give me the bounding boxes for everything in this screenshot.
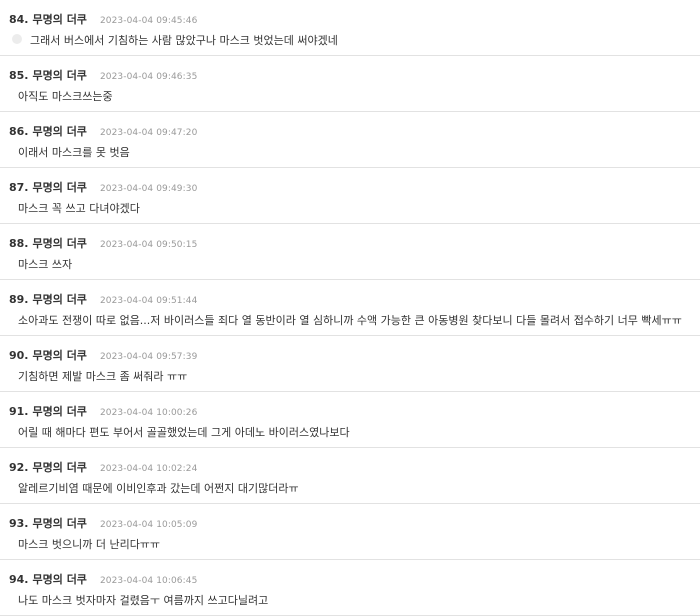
comment-item: 91. 무명의 더쿠 2023-04-04 10:00:26 어릴 때 해마다 …: [0, 392, 700, 448]
comment-date: 2023-04-04 09:46:35: [99, 72, 198, 82]
comment-date: 2023-04-04 09:45:46: [99, 16, 198, 26]
comment-date: 2023-04-04 10:00:26: [99, 408, 198, 418]
comment-number: 89.: [9, 293, 29, 306]
comment-author[interactable]: 무명의 더쿠: [33, 11, 87, 27]
comment-author[interactable]: 무명의 더쿠: [33, 571, 87, 587]
comment-text: 소아과도 전쟁이 따로 없음...저 바이러스들 죄다 열 동반이라 열 심하니…: [18, 314, 682, 327]
emoticon-icon: [12, 34, 22, 44]
comment-item: 86. 무명의 더쿠 2023-04-04 09:47:20 이래서 마스크를 …: [0, 112, 700, 168]
comment-item: 88. 무명의 더쿠 2023-04-04 09:50:15 마스크 쓰자: [0, 224, 700, 280]
comment-author[interactable]: 무명의 더쿠: [33, 291, 87, 307]
comment-meta: 92. 무명의 더쿠 2023-04-04 10:02:24: [9, 459, 197, 475]
comment-meta: 88. 무명의 더쿠 2023-04-04 09:50:15: [9, 235, 197, 251]
comment-text: 이래서 마스크를 못 벗음: [18, 146, 130, 159]
comment-text: 아직도 마스크쓰는중: [18, 90, 113, 103]
comment-text: 마스크 벗으니까 더 난리다ㅠㅠ: [18, 538, 161, 551]
comment-item: 87. 무명의 더쿠 2023-04-04 09:49:30 마스크 꼭 쓰고 …: [0, 168, 700, 224]
comment-date: 2023-04-04 09:49:30: [99, 184, 198, 194]
comment-meta: 89. 무명의 더쿠 2023-04-04 09:51:44: [9, 291, 197, 307]
comment-date: 2023-04-04 09:51:44: [99, 296, 198, 306]
comment-text: 어릴 때 해마다 편도 부어서 골골했었는데 그게 아데노 바이러스였나보다: [18, 426, 350, 439]
comment-text: 그래서 버스에서 기침하는 사람 많았구나 마스크 벗었는데 써야겠네: [30, 34, 338, 47]
comment-text: 마스크 쓰자: [18, 258, 73, 271]
comment-number: 94.: [9, 573, 29, 586]
comment-text: 나도 마스크 벗자마자 걸렸음ㅜ 여름까지 쓰고다닐려고: [18, 594, 269, 607]
comment-number: 86.: [9, 125, 29, 138]
comment-meta: 84. 무명의 더쿠 2023-04-04 09:45:46: [9, 11, 197, 27]
comment-date: 2023-04-04 09:50:15: [99, 240, 198, 250]
comment-date: 2023-04-04 09:47:20: [99, 128, 198, 138]
comment-author[interactable]: 무명의 더쿠: [33, 235, 87, 251]
comment-author[interactable]: 무명의 더쿠: [33, 347, 87, 363]
comment-meta: 94. 무명의 더쿠 2023-04-04 10:06:45: [9, 571, 197, 587]
comment-date: 2023-04-04 10:06:45: [99, 576, 198, 586]
comment-item: 93. 무명의 더쿠 2023-04-04 10:05:09 마스크 벗으니까 …: [0, 504, 700, 560]
comment-author[interactable]: 무명의 더쿠: [33, 123, 87, 139]
comment-author[interactable]: 무명의 더쿠: [33, 67, 87, 83]
comment-number: 85.: [9, 69, 29, 82]
comment-text: 마스크 꼭 쓰고 다녀야겠다: [18, 202, 140, 215]
comment-author[interactable]: 무명의 더쿠: [33, 515, 87, 531]
comment-meta: 91. 무명의 더쿠 2023-04-04 10:00:26: [9, 403, 197, 419]
comment-list: 84. 무명의 더쿠 2023-04-04 09:45:46 그래서 버스에서 …: [0, 0, 700, 616]
comment-item: 85. 무명의 더쿠 2023-04-04 09:46:35 아직도 마스크쓰는…: [0, 56, 700, 112]
comment-meta: 87. 무명의 더쿠 2023-04-04 09:49:30: [9, 179, 197, 195]
comment-number: 92.: [9, 461, 29, 474]
comment-text: 기침하면 제발 마스크 좀 써줘라 ㅠㅠ: [18, 370, 188, 383]
comment-meta: 90. 무명의 더쿠 2023-04-04 09:57:39: [9, 347, 197, 363]
comment-number: 87.: [9, 181, 29, 194]
comment-number: 91.: [9, 405, 29, 418]
comment-author[interactable]: 무명의 더쿠: [33, 179, 87, 195]
comment-number: 93.: [9, 517, 29, 530]
comment-item: 84. 무명의 더쿠 2023-04-04 09:45:46 그래서 버스에서 …: [0, 0, 700, 56]
comment-date: 2023-04-04 10:05:09: [99, 520, 198, 530]
comment-number: 90.: [9, 349, 29, 362]
comment-item: 90. 무명의 더쿠 2023-04-04 09:57:39 기침하면 제발 마…: [0, 336, 700, 392]
comment-number: 84.: [9, 13, 29, 26]
comment-date: 2023-04-04 10:02:24: [99, 464, 198, 474]
comment-meta: 85. 무명의 더쿠 2023-04-04 09:46:35: [9, 67, 197, 83]
comment-item: 94. 무명의 더쿠 2023-04-04 10:06:45 나도 마스크 벗자…: [0, 560, 700, 616]
comment-author[interactable]: 무명의 더쿠: [33, 403, 87, 419]
comment-date: 2023-04-04 09:57:39: [99, 352, 198, 362]
comment-meta: 93. 무명의 더쿠 2023-04-04 10:05:09: [9, 515, 197, 531]
comment-meta: 86. 무명의 더쿠 2023-04-04 09:47:20: [9, 123, 197, 139]
comment-item: 92. 무명의 더쿠 2023-04-04 10:02:24 알레르기비염 때문…: [0, 448, 700, 504]
comment-author[interactable]: 무명의 더쿠: [33, 459, 87, 475]
comment-number: 88.: [9, 237, 29, 250]
comment-item: 89. 무명의 더쿠 2023-04-04 09:51:44 소아과도 전쟁이 …: [0, 280, 700, 336]
comment-text: 알레르기비염 때문에 이비인후과 갔는데 어쩐지 대기많더라ㅠ: [18, 482, 299, 495]
